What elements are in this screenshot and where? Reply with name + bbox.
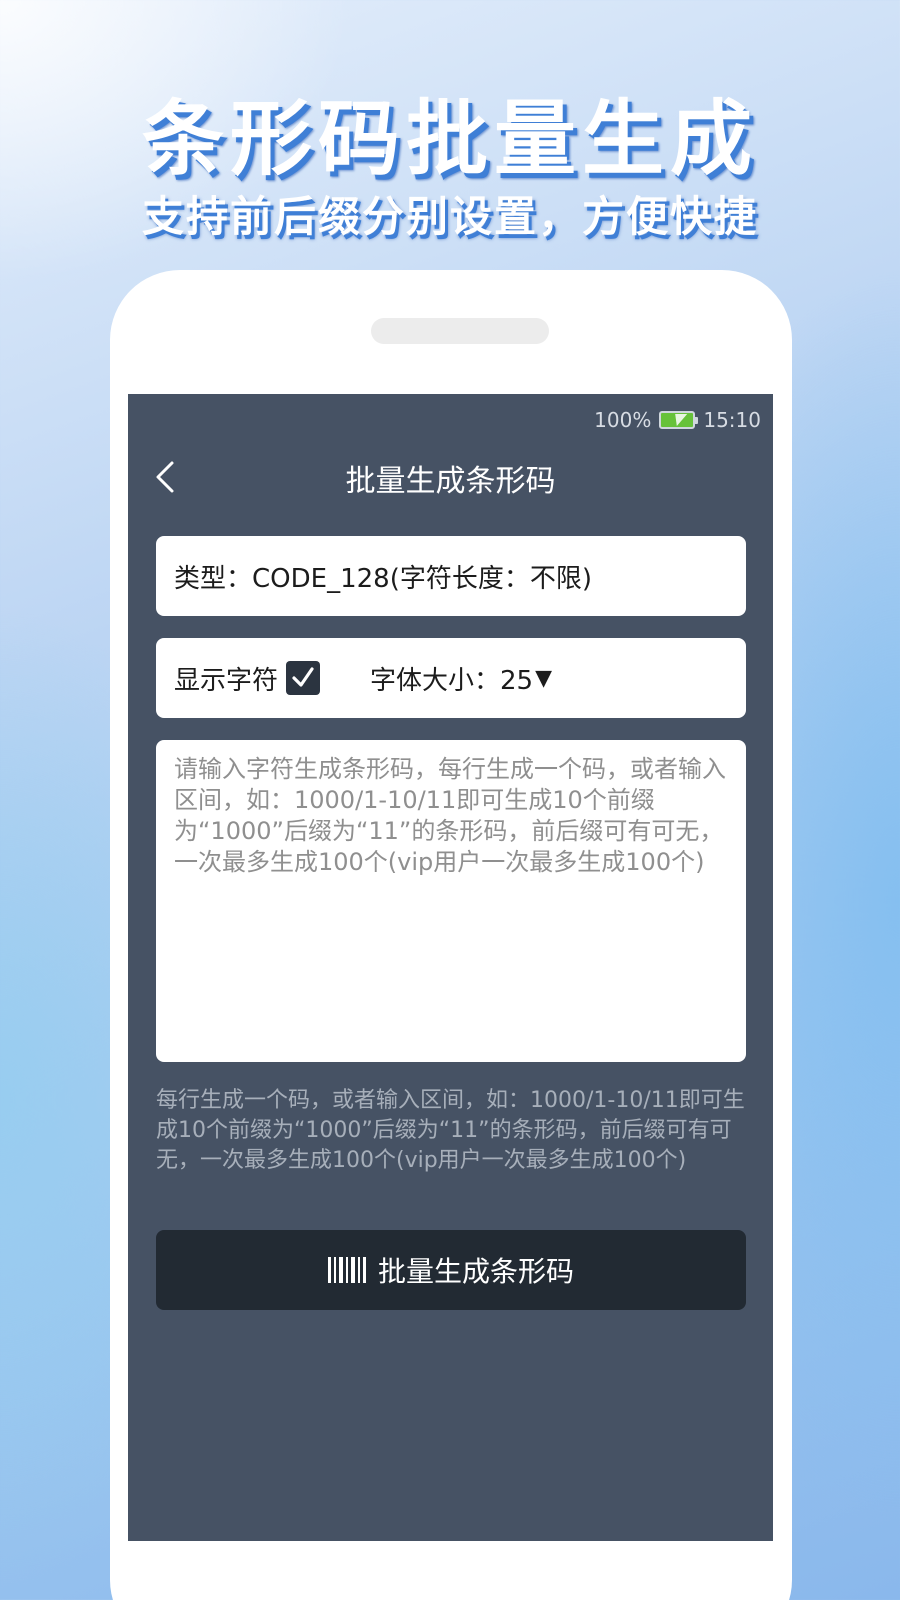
status-bar: 100% 15:10 bbox=[594, 406, 761, 434]
barcode-input-card bbox=[156, 740, 746, 1062]
check-icon bbox=[292, 667, 314, 687]
barcode-icon bbox=[327, 1255, 366, 1285]
input-hint: 每行生成一个码，或者输入区间，如：1000/1-10/11即可生成10个前缀为“… bbox=[156, 1088, 745, 1173]
barcode-type-selector[interactable]: 类型：CODE_128(字符长度：不限) bbox=[156, 536, 746, 616]
show-chars-label: 显示字符 bbox=[174, 665, 279, 696]
promo-title: 条形码批量生成 bbox=[141, 92, 758, 187]
app-screen: 100% 15:10 批量生成条形码 类型：CODE_128(字符长度：不限) … bbox=[128, 394, 773, 1541]
show-chars-checkbox[interactable] bbox=[286, 661, 321, 695]
font-size-dropdown[interactable]: 字体大小：25 ▼ bbox=[370, 660, 552, 697]
font-size-label: 字体大小：25 bbox=[370, 665, 534, 696]
dropdown-caret-icon: ▼ bbox=[535, 665, 553, 691]
batch-generate-label: 批量生成条形码 bbox=[377, 1255, 574, 1288]
page-title: 批量生成条形码 bbox=[345, 464, 556, 499]
promo-subtitle: 支持前后缀分别设置，方便快捷 bbox=[141, 192, 758, 241]
batch-generate-button[interactable]: 批量生成条形码 bbox=[156, 1230, 746, 1310]
barcode-type-label: 类型：CODE_128(字符长度：不限) bbox=[174, 563, 592, 594]
phone-speaker bbox=[371, 318, 549, 344]
display-options-row: 显示字符 字体大小：25 ▼ bbox=[156, 638, 746, 718]
battery-percent: 100% bbox=[594, 408, 652, 432]
nav-bar: 批量生成条形码 bbox=[128, 452, 773, 502]
status-time: 15:10 bbox=[703, 408, 761, 432]
battery-charging-icon bbox=[659, 411, 699, 429]
barcode-input[interactable] bbox=[174, 754, 728, 1048]
